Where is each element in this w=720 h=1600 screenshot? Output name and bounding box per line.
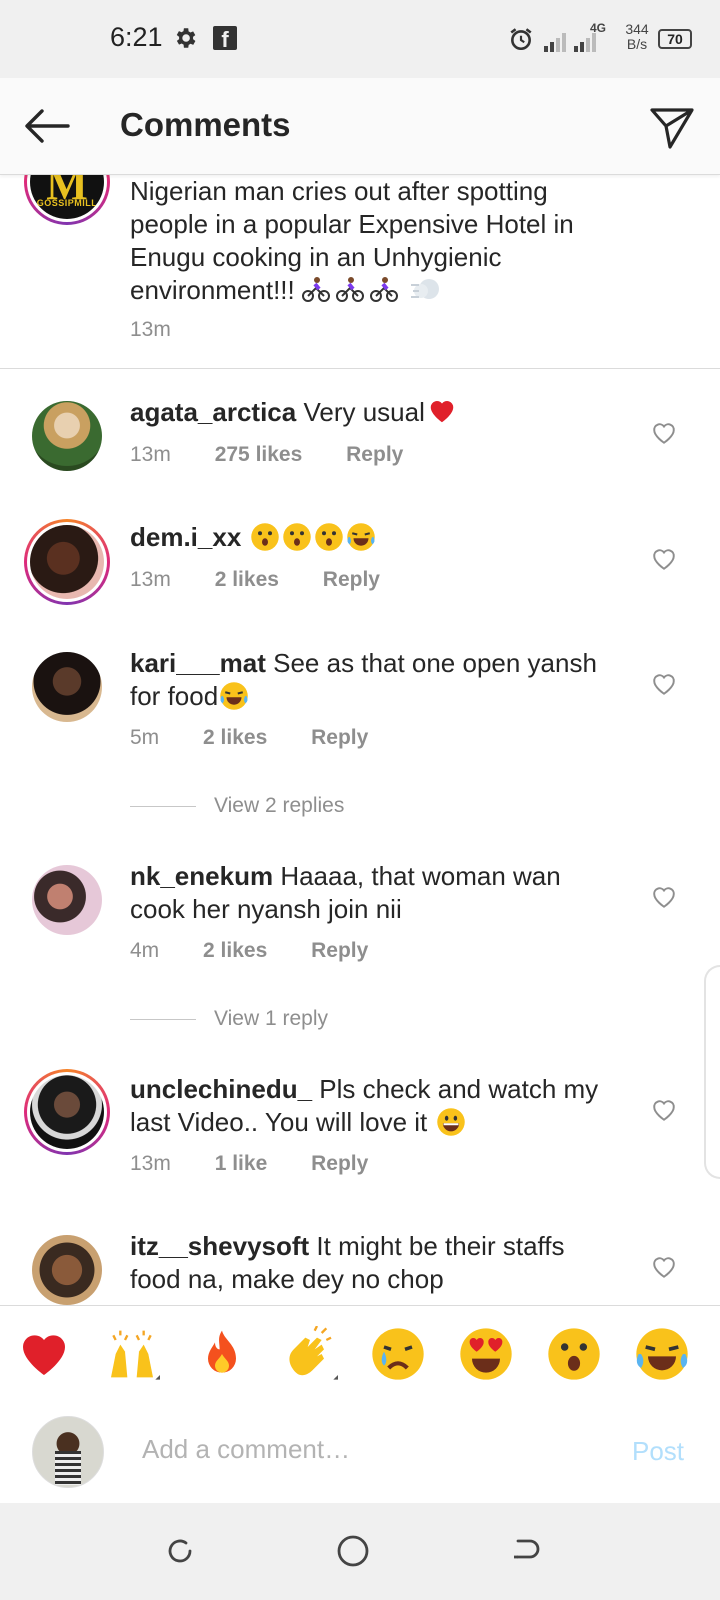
network-type: 4G xyxy=(590,21,607,35)
battery-icon: 70 xyxy=(658,29,692,49)
edge-panel-handle[interactable] xyxy=(704,965,720,1179)
comment-time: 13m xyxy=(130,568,171,591)
reply-button[interactable]: Reply xyxy=(311,1152,368,1175)
facebook-icon: f xyxy=(213,26,237,52)
comment-meta: 4m 2 likes Reply xyxy=(130,939,406,963)
reply-button[interactable]: Reply xyxy=(323,568,380,591)
heart-emoji-button[interactable] xyxy=(16,1326,72,1382)
like-heart-icon[interactable] xyxy=(651,1255,677,1279)
username[interactable]: agata_arctica xyxy=(130,397,296,427)
comment-meta: 5m 2 likes Reply xyxy=(130,726,406,750)
avatar-shirt xyxy=(55,1451,81,1485)
reply-button[interactable]: Reply xyxy=(311,726,368,749)
gear-icon xyxy=(176,28,196,48)
reply-button[interactable]: Reply xyxy=(346,443,403,466)
avatar-ring: M GOSSIPMILL xyxy=(24,175,110,225)
like-count[interactable]: 2 likes xyxy=(203,939,267,962)
username[interactable]: dem.i_xx xyxy=(130,522,241,552)
comment-text: itz__shevysoft It might be their staffs … xyxy=(130,1230,620,1296)
view-replies-button[interactable]: View 2 replies xyxy=(130,794,344,818)
comment-time: 13m xyxy=(130,1152,171,1175)
username[interactable]: itz__shevysoft xyxy=(130,1231,309,1261)
avatar-ring xyxy=(24,1069,110,1155)
like-heart-icon[interactable] xyxy=(651,421,677,445)
avatar-ring xyxy=(24,519,110,605)
dash-emoji xyxy=(411,279,440,299)
caption-text: Nigerian man cries out after spotting pe… xyxy=(130,176,574,305)
comment-composer: Add a comment… Post xyxy=(0,1402,720,1502)
clapping-hands-emoji-button[interactable] xyxy=(282,1326,338,1382)
username[interactable]: unclechinedu_ xyxy=(130,1074,312,1104)
comment-time: 5m xyxy=(130,726,160,749)
like-heart-icon[interactable] xyxy=(651,547,677,571)
user-avatar xyxy=(32,1416,104,1488)
direct-message-icon[interactable] xyxy=(648,104,696,150)
comment-text: nk_enekum Haaaa, that woman wan cook her… xyxy=(130,860,620,926)
emoji-quick-bar xyxy=(0,1305,720,1403)
fire-emoji-button[interactable] xyxy=(194,1326,250,1382)
crying-face-emoji-button[interactable] xyxy=(370,1326,426,1382)
back-arrow-icon[interactable] xyxy=(22,106,72,146)
cyclist-emoji xyxy=(301,275,443,305)
comment-text: unclechinedu_ Pls check and watch my las… xyxy=(130,1073,620,1139)
status-time: 6:21 xyxy=(110,22,163,52)
comment-input[interactable]: Add a comment… xyxy=(142,1434,350,1465)
comment-meta: 13m 275 likes Reply xyxy=(130,443,441,467)
divider xyxy=(0,368,720,369)
like-heart-icon[interactable] xyxy=(651,885,677,909)
recent-apps-icon[interactable] xyxy=(162,1533,198,1569)
speed-value: 344 xyxy=(625,21,649,37)
like-heart-icon[interactable] xyxy=(651,672,677,696)
system-nav-bar xyxy=(0,1503,720,1600)
comment-meta: 13m 1 like Reply xyxy=(130,1152,406,1176)
avatar[interactable] xyxy=(30,1075,104,1149)
comment-time: 13m xyxy=(130,443,171,466)
comment-meta: 13m 2 likes Reply xyxy=(130,568,418,592)
tears-of-joy-emoji-button[interactable] xyxy=(634,1326,690,1382)
tears-of-joy-emoji xyxy=(346,523,375,551)
status-bar: 6:21 f 4G 344 B/s 70 xyxy=(0,0,720,78)
like-count[interactable]: 2 likes xyxy=(215,568,279,591)
comments-list[interactable]: M GOSSIPMILL Nigerian man cries out afte… xyxy=(0,175,720,1305)
tears-of-joy-emoji xyxy=(220,682,248,710)
avatar[interactable] xyxy=(30,525,104,599)
like-count[interactable]: 1 like xyxy=(215,1152,268,1175)
avatar-logo-text: GOSSIPMILL xyxy=(36,198,98,208)
username[interactable]: kari___mat xyxy=(130,648,266,678)
post-button[interactable]: Post xyxy=(632,1436,684,1467)
username[interactable]: nk_enekum xyxy=(130,861,273,891)
avatar[interactable] xyxy=(32,1235,102,1305)
view-replies-label: View 1 reply xyxy=(214,1007,329,1030)
avatar[interactable] xyxy=(32,652,102,722)
avatar[interactable] xyxy=(32,865,102,935)
divider xyxy=(130,805,196,807)
surprised-face-emoji-button[interactable] xyxy=(546,1326,602,1382)
divider xyxy=(130,1018,196,1020)
grinning-emoji xyxy=(436,1108,465,1136)
like-count[interactable]: 275 likes xyxy=(215,443,303,466)
home-icon[interactable] xyxy=(335,1533,371,1569)
header: Comments xyxy=(0,78,720,175)
comment-body: Very usual xyxy=(303,397,425,427)
network-speed: 344 B/s xyxy=(620,22,654,52)
alarm-icon xyxy=(510,28,532,51)
comment-time: 4m xyxy=(130,939,160,962)
like-heart-icon[interactable] xyxy=(651,1098,677,1122)
comment-text: dem.i_xx xyxy=(130,521,620,554)
page-title: Comments xyxy=(120,106,291,143)
avatar[interactable] xyxy=(32,401,102,471)
reply-button[interactable]: Reply xyxy=(311,939,368,962)
like-count[interactable]: 2 likes xyxy=(203,726,267,749)
caption-time: 13m xyxy=(130,318,171,341)
comment-text: agata_arctica Very usual xyxy=(130,396,620,429)
speed-unit: B/s xyxy=(626,36,648,52)
red-heart-icon xyxy=(430,401,454,423)
back-nav-icon[interactable] xyxy=(508,1533,544,1569)
view-replies-label: View 2 replies xyxy=(214,794,345,817)
heart-eyes-emoji-button[interactable] xyxy=(458,1326,514,1382)
surprised-emoji-group xyxy=(249,522,377,552)
raising-hands-emoji-button[interactable] xyxy=(104,1326,160,1382)
view-replies-button[interactable]: View 1 reply xyxy=(130,1007,328,1031)
comment-text: kari___mat See as that one open yansh fo… xyxy=(130,647,620,713)
